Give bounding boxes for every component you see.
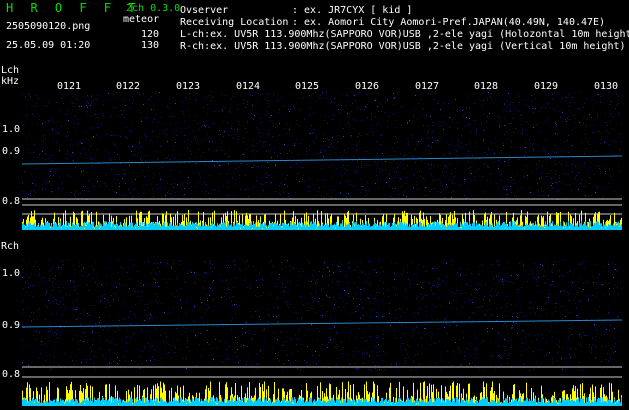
- filename-label: 2505090120.png: [6, 21, 91, 32]
- time-tick: 0130: [594, 81, 619, 92]
- time-tick: 0125: [295, 81, 320, 92]
- time-tick: 0124: [236, 81, 261, 92]
- datetime-label: 25.05.09 01:20: [6, 40, 91, 51]
- count2-label: 130: [141, 40, 160, 51]
- observer-value: : ex. JR7CYX [ kid ]: [292, 5, 413, 16]
- rch-spectrogram-canvas: [22, 260, 622, 406]
- mode-label: 2ch 0.3.0: [126, 3, 181, 14]
- lch-description: L-ch:ex. UV5R 113.900Mhz(SAPPORO VOR)USB…: [180, 29, 629, 40]
- lch-ytick: 1.0: [2, 124, 21, 135]
- location-label: Receiving Location: [180, 17, 289, 28]
- lch-label: Lch: [1, 65, 20, 76]
- time-tick: 0126: [355, 81, 380, 92]
- lch-ytick: 0.9: [2, 146, 21, 157]
- app-logo: H R O F F T: [6, 1, 141, 15]
- type-label: meteor: [123, 14, 160, 25]
- time-tick: 0129: [534, 81, 559, 92]
- time-tick: 0123: [176, 81, 201, 92]
- rch-description: R-ch:ex. UV5R 113.900Mhz(SAPPORO VOR)USB…: [180, 41, 626, 52]
- location-value: : ex. Aomori City Aomori-Pref.JAPAN(40.4…: [292, 17, 606, 28]
- observer-label: Ovserver: [180, 5, 229, 16]
- count1-label: 120: [141, 29, 160, 40]
- lch-spectrogram-canvas: [22, 92, 622, 230]
- rch-ytick: 0.9: [2, 320, 21, 331]
- rch-ytick: 0.8: [2, 369, 21, 380]
- lch-spectrogram: [22, 92, 622, 230]
- rch-spectrogram: [22, 260, 622, 406]
- time-tick: 0121: [57, 81, 82, 92]
- time-tick: 0127: [415, 81, 440, 92]
- rch-label: Rch: [1, 241, 20, 252]
- rch-ytick: 1.0: [2, 268, 21, 279]
- time-tick: 0122: [116, 81, 141, 92]
- lch-ytick: 0.8: [2, 196, 21, 207]
- lch-unit: kHz: [1, 76, 20, 87]
- time-tick: 0128: [474, 81, 499, 92]
